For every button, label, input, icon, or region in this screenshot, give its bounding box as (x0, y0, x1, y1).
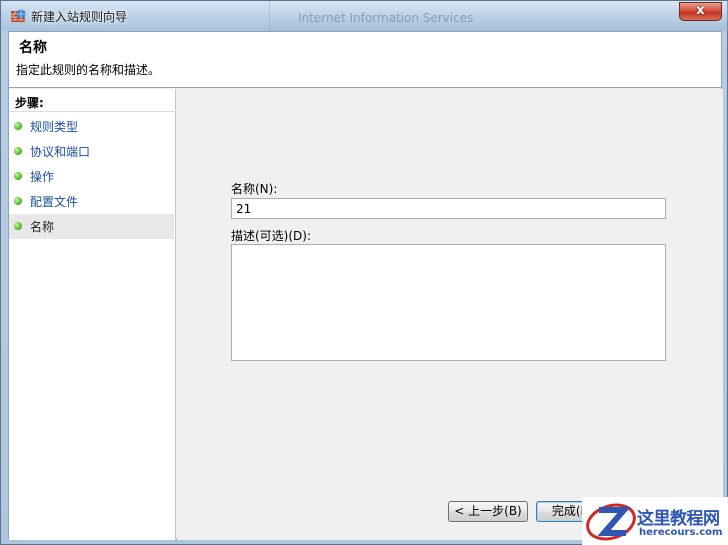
firewall-app-icon (11, 9, 26, 22)
page-title: 名称 (19, 40, 47, 56)
step-label: 操作 (30, 170, 55, 184)
name-input[interactable] (231, 198, 666, 219)
steps-pane: 步骤: 规则类型 协议和端口 操作 配置文件 名称 (9, 89, 176, 540)
step-label: 规则类型 (30, 120, 79, 134)
step-name-current: 名称 (9, 214, 174, 239)
watermark-logo-icon (586, 503, 636, 541)
step-protocol-and-ports[interactable]: 协议和端口 (9, 139, 174, 164)
steps-divider (9, 111, 176, 112)
step-complete-icon (14, 147, 22, 155)
step-rule-type[interactable]: 规则类型 (9, 114, 174, 139)
client-area: 名称 指定此规则的名称和描述。 步骤: 规则类型 协议和端口 操作 配置文件 名… (8, 31, 723, 540)
step-action[interactable]: 操作 (9, 164, 174, 189)
content-pane: 名称(N): 描述(可选)(D): < 上一步(B) 完成(F) 取消 (177, 89, 723, 540)
wizard-header: 名称 指定此规则的名称和描述。 (9, 32, 721, 88)
steps-heading: 步骤: (15, 96, 44, 110)
wizard-window: Internet Information Services 新建入站规则向导 x… (0, 0, 728, 545)
step-label: 协议和端口 (30, 145, 91, 159)
step-label: 配置文件 (30, 195, 79, 209)
step-complete-icon (14, 122, 22, 130)
window-title: 新建入站规则向导 (31, 10, 128, 24)
background-window-text: Internet Information Services (298, 11, 474, 25)
close-button[interactable]: x (679, 2, 722, 21)
back-button[interactable]: < 上一步(B) (448, 501, 528, 522)
name-field-label: 名称(N): (231, 182, 278, 196)
description-textarea[interactable] (231, 244, 666, 361)
close-icon: x (696, 3, 705, 18)
description-field-label: 描述(可选)(D): (231, 229, 312, 243)
step-current-icon (14, 222, 22, 230)
step-profile[interactable]: 配置文件 (9, 189, 174, 214)
step-label: 名称 (30, 220, 55, 234)
background-window-ghost: Internet Information Services (269, 1, 728, 31)
site-watermark: 这里教程网 herecours.com (582, 497, 728, 545)
watermark-title: 这里教程网 (637, 509, 720, 529)
watermark-url: herecours.com (639, 527, 723, 538)
step-complete-icon (14, 172, 22, 180)
page-description: 指定此规则的名称和描述。 (16, 63, 161, 77)
step-complete-icon (14, 197, 22, 205)
title-bar[interactable]: Internet Information Services 新建入站规则向导 x (1, 1, 728, 31)
